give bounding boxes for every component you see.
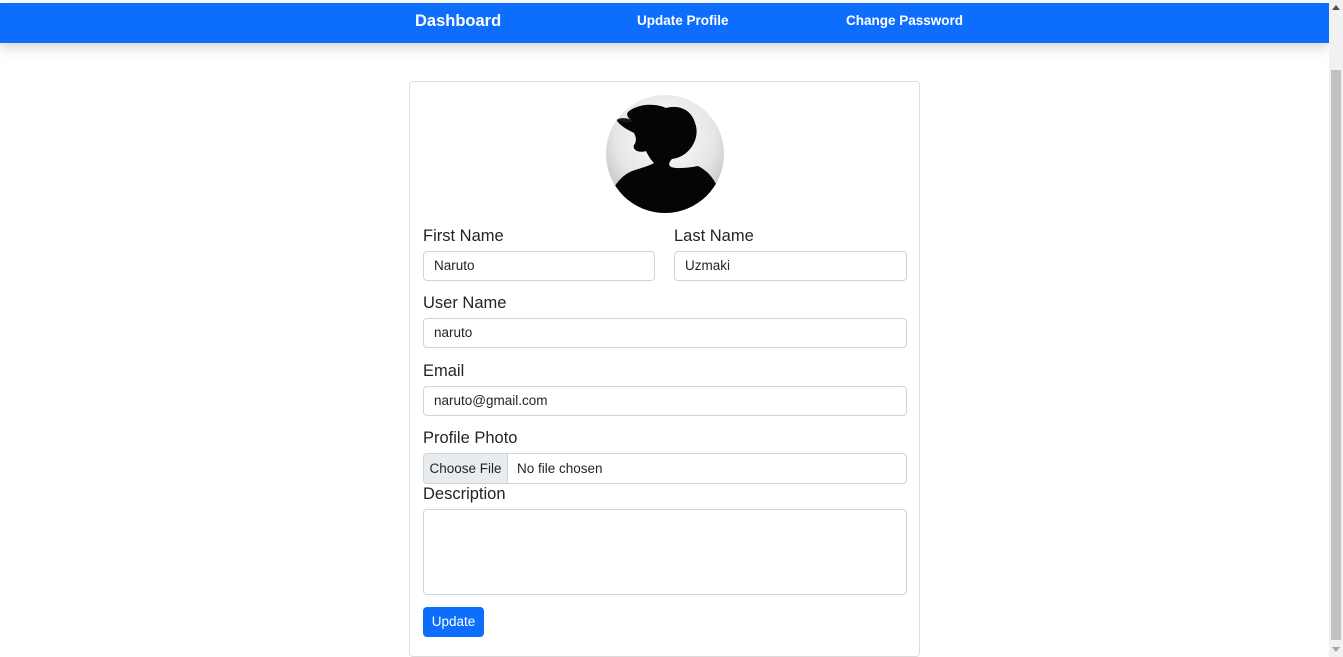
profile-photo-file-input[interactable]: Choose File No file chosen	[423, 453, 907, 484]
first-name-label: First Name	[423, 227, 504, 245]
choose-file-button[interactable]: Choose File	[424, 454, 508, 483]
email-label: Email	[423, 362, 465, 380]
update-button[interactable]: Update	[423, 607, 484, 637]
nav-change-password-link[interactable]: Change Password	[846, 3, 963, 43]
last-name-label: Last Name	[674, 227, 754, 245]
user-name-label: User Name	[423, 294, 507, 312]
profile-avatar	[606, 95, 724, 213]
last-name-input[interactable]: Uzmaki	[674, 251, 907, 281]
description-label: Description	[423, 485, 506, 503]
scroll-down-arrow-icon[interactable]	[1329, 643, 1343, 657]
vertical-scrollbar[interactable]	[1329, 0, 1343, 657]
top-navbar: Dashboard Update Profile Change Password	[0, 3, 1329, 43]
profile-photo-label: Profile Photo	[423, 429, 518, 447]
nav-update-profile-link[interactable]: Update Profile	[637, 3, 729, 43]
first-name-input[interactable]: Naruto	[423, 251, 655, 281]
email-input[interactable]: naruto@gmail.com	[423, 386, 907, 416]
file-status-text: No file chosen	[517, 461, 603, 476]
nav-dashboard-link[interactable]: Dashboard	[415, 3, 501, 43]
profile-silhouette-icon	[606, 95, 724, 213]
user-name-input[interactable]: naruto	[423, 318, 907, 348]
scrollbar-thumb[interactable]	[1331, 70, 1341, 640]
description-textarea[interactable]	[423, 509, 907, 595]
scroll-up-arrow-icon[interactable]	[1329, 0, 1343, 14]
profile-card: First Name Naruto Last Name Uzmaki User …	[409, 81, 920, 657]
